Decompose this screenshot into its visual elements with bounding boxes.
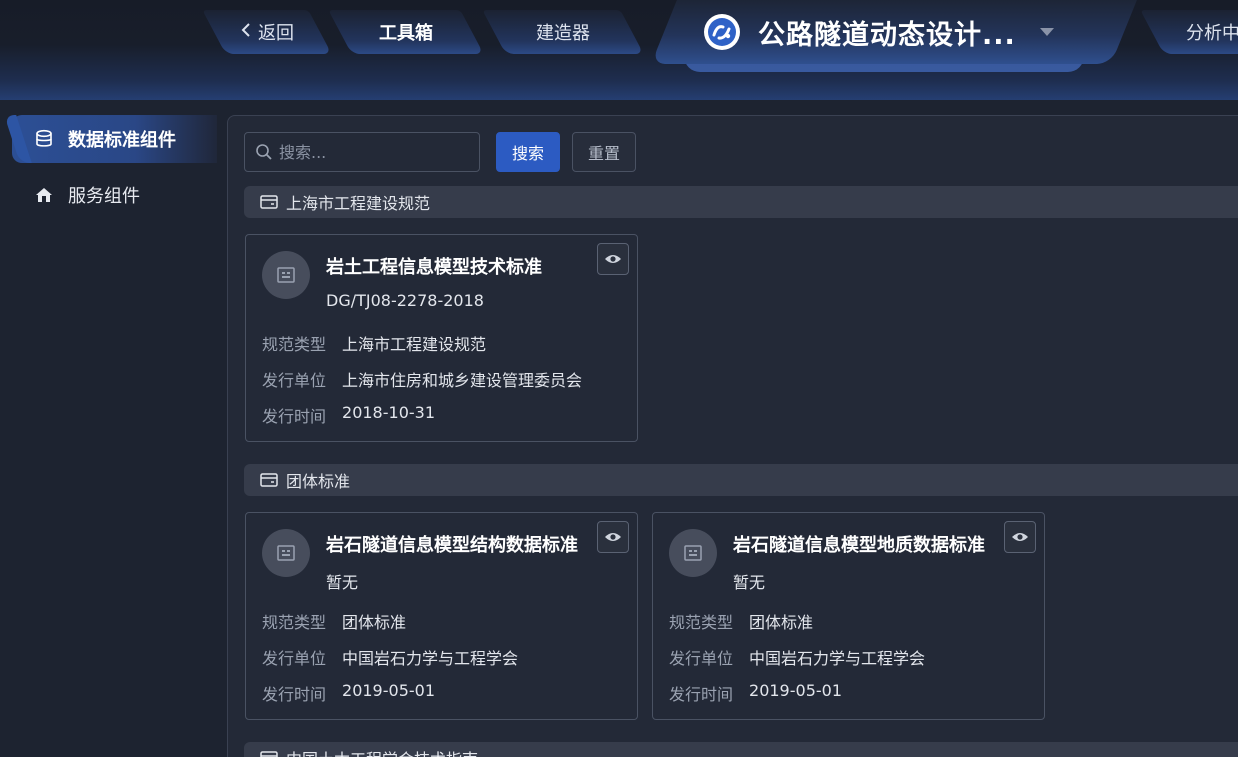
card-title: 岩石隧道信息模型地质数据标准 [733, 535, 985, 556]
field-value: 团体标准 [342, 613, 407, 632]
card-title: 岩石隧道信息模型结构数据标准 [326, 535, 578, 556]
card-date-row: 发行时间 2018-10-31 [262, 403, 435, 427]
folder-icon [260, 750, 278, 757]
card-date-row: 发行时间 2019-05-01 [669, 681, 842, 705]
sidebar-item-service[interactable]: 服务组件 [12, 171, 217, 219]
preview-eye-icon[interactable] [597, 521, 629, 553]
field-label: 发行单位 [669, 649, 734, 668]
group-title: 团体标准 [286, 472, 351, 491]
toolbox-label: 工具箱 [379, 23, 433, 44]
card-code: DG/TJ08-2278-2018 [326, 291, 484, 310]
group-title: 中国土木工程学会技术指南 [286, 746, 478, 757]
field-value: 2019-05-01 [342, 681, 435, 700]
card-issuer-row: 发行单位 上海市住房和城乡建设管理委员会 [262, 367, 582, 391]
preview-eye-icon[interactable] [1004, 521, 1036, 553]
back-label: 返回 [258, 23, 294, 44]
app-logo-icon [704, 14, 740, 50]
group-title: 上海市工程建设规范 [286, 194, 431, 213]
back-tab[interactable]: 返回 [202, 10, 332, 54]
field-label: 发行单位 [262, 371, 327, 390]
search-icon [255, 143, 273, 161]
search-field[interactable] [244, 132, 480, 172]
sidebar: 数据标准组件 服务组件 [0, 100, 220, 757]
field-label: 发行时间 [262, 685, 327, 704]
main-panel: 搜索 重置 上海市工程建设规范 岩土工程信息模型技术标准 DG/TJ08-227… [227, 115, 1238, 757]
home-icon [34, 185, 54, 205]
card-type-row: 规范类型 团体标准 [262, 609, 406, 633]
analysis-label: 分析中 [1186, 23, 1238, 44]
field-label: 发行单位 [262, 649, 327, 668]
preview-eye-icon[interactable] [597, 243, 629, 275]
search-input[interactable] [279, 142, 469, 162]
card-issuer-row: 发行单位 中国岩石力学与工程学会 [669, 645, 925, 669]
field-value: 中国岩石力学与工程学会 [749, 649, 926, 668]
sidebar-item-label: 服务组件 [68, 186, 140, 207]
standard-card[interactable]: 岩石隧道信息模型地质数据标准 暂无 规范类型 团体标准 发行单位 中国岩石力学与… [652, 512, 1045, 720]
project-title-banner: 公路隧道动态设计... [651, 0, 1137, 72]
field-value: 上海市住房和城乡建设管理委员会 [342, 371, 583, 390]
field-value: 上海市工程建设规范 [342, 335, 487, 354]
field-label: 规范类型 [669, 613, 734, 632]
card-type-row: 规范类型 上海市工程建设规范 [262, 331, 486, 355]
card-date-row: 发行时间 2019-05-01 [262, 681, 435, 705]
toolbox-tab[interactable]: 工具箱 [328, 10, 484, 54]
analysis-tab[interactable]: 分析中 [1140, 10, 1238, 54]
document-icon [669, 529, 717, 577]
card-type-row: 规范类型 团体标准 [669, 609, 813, 633]
field-label: 规范类型 [262, 613, 327, 632]
sidebar-item-label: 数据标准组件 [68, 130, 176, 151]
card-code: 暂无 [733, 573, 766, 592]
document-icon [262, 529, 310, 577]
project-dropdown-caret-icon[interactable] [1039, 28, 1054, 36]
field-value: 2019-05-01 [749, 681, 842, 700]
builder-label: 建造器 [536, 23, 590, 44]
standard-card[interactable]: 岩土工程信息模型技术标准 DG/TJ08-2278-2018 规范类型 上海市工… [245, 234, 638, 442]
field-value: 团体标准 [749, 613, 814, 632]
chevron-left-icon [240, 22, 252, 43]
top-navigation-bar: 返回 工具箱 建造器 公路隧道动态设计... 分析中 [0, 0, 1238, 100]
standard-card[interactable]: 岩石隧道信息模型结构数据标准 暂无 规范类型 团体标准 发行单位 中国岩石力学与… [245, 512, 638, 720]
folder-icon [260, 194, 278, 210]
field-label: 发行时间 [669, 685, 734, 704]
card-title: 岩土工程信息模型技术标准 [326, 257, 542, 278]
sidebar-item-data-standard[interactable]: 数据标准组件 [12, 115, 217, 163]
card-code: 暂无 [326, 573, 359, 592]
folder-icon [260, 472, 278, 488]
search-button[interactable]: 搜索 [496, 132, 560, 172]
builder-tab[interactable]: 建造器 [482, 10, 644, 54]
project-title: 公路隧道动态设计... [758, 19, 1016, 51]
group-header: 团体标准 [244, 464, 1238, 496]
card-issuer-row: 发行单位 中国岩石力学与工程学会 [262, 645, 518, 669]
group-header: 上海市工程建设规范 [244, 186, 1238, 218]
field-label: 规范类型 [262, 335, 327, 354]
group-header: 中国土木工程学会技术指南 [244, 742, 1238, 757]
field-value: 2018-10-31 [342, 403, 435, 422]
field-value: 中国岩石力学与工程学会 [342, 649, 519, 668]
document-icon [262, 251, 310, 299]
reset-button[interactable]: 重置 [572, 132, 636, 172]
field-label: 发行时间 [262, 407, 327, 426]
database-icon [34, 129, 54, 149]
